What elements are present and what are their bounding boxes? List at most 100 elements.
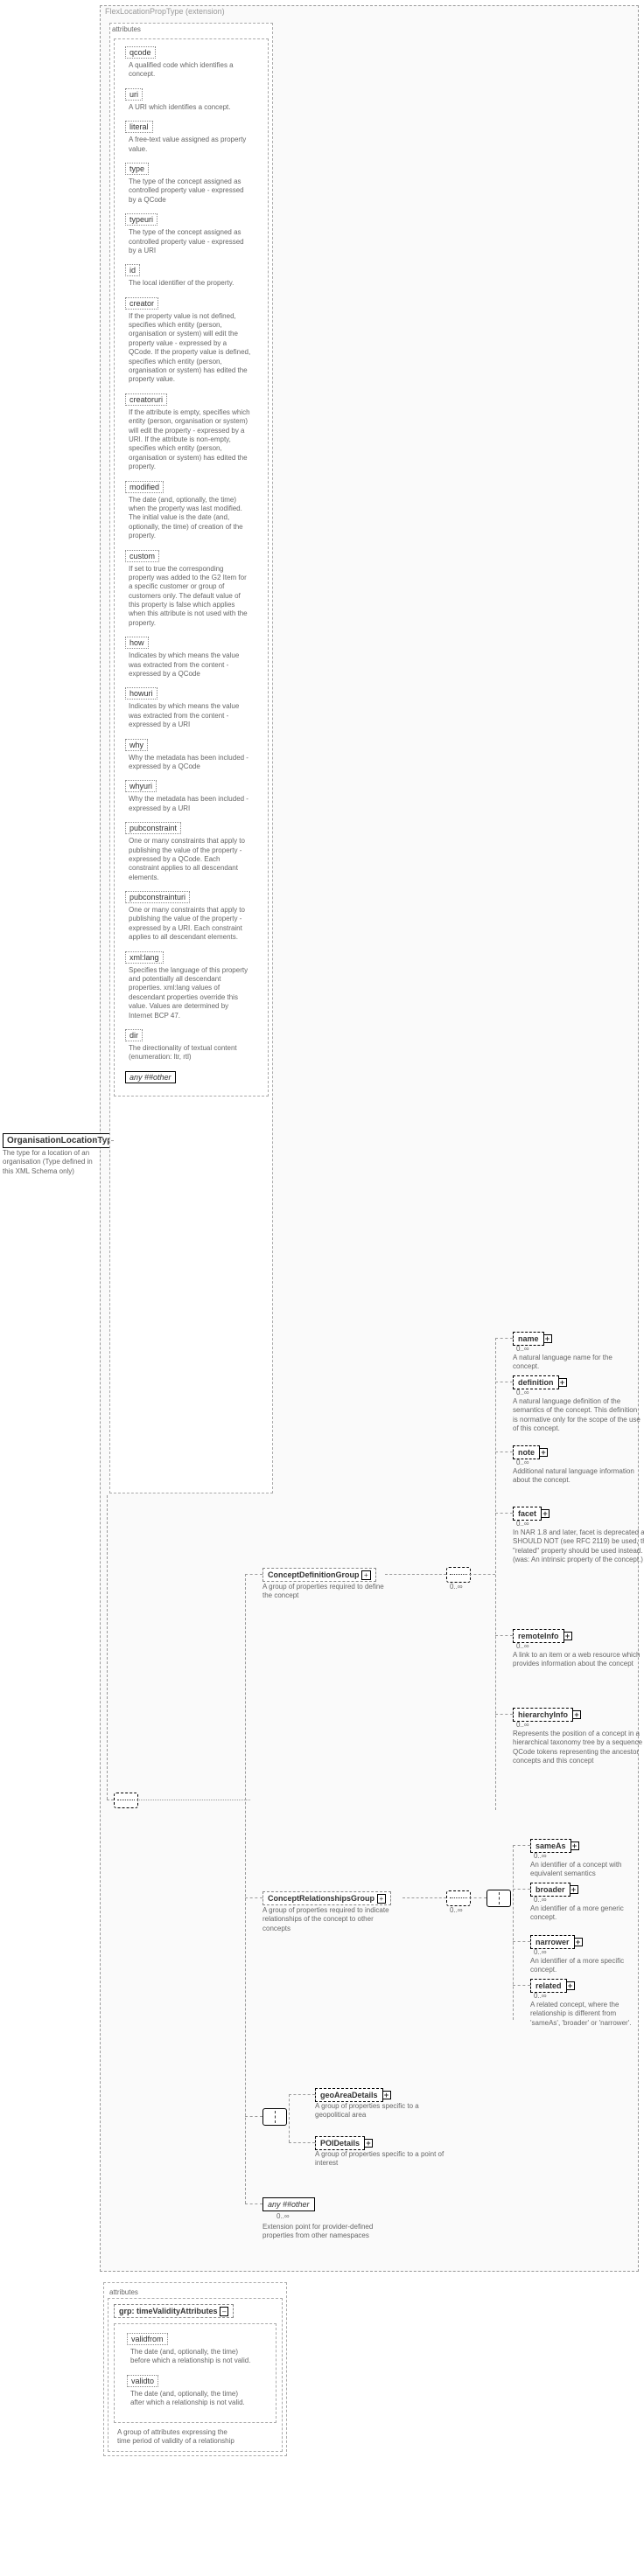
typeuri-attribute: typeuri [125, 213, 158, 226]
occurrence: 0..∞ [516, 1459, 529, 1466]
group-desc: A group of attributes expressing the tim… [117, 2428, 240, 2447]
connector [289, 2142, 315, 2143]
creatoruri-attribute: creatoruri [125, 393, 167, 406]
narrower-element: narrower [530, 1935, 575, 1949]
connector [513, 1845, 514, 2020]
element-desc: A natural language name for the concept. [513, 1354, 626, 1372]
connector [245, 1574, 246, 2204]
attributes-list: qcode A qualified code which identifies a… [114, 38, 269, 1097]
connector [469, 1897, 486, 1898]
element-desc: A natural language definition of the sem… [513, 1397, 644, 1434]
element-desc: A group of properties specific to a geop… [315, 2102, 446, 2120]
sequence-connector [446, 1567, 471, 1583]
attribute-desc: Specifies the language of this property … [129, 966, 251, 1020]
element-name: POIDetails [320, 2139, 360, 2148]
element-desc: An identifier of a concept with equivale… [530, 1861, 635, 1879]
creator-attribute: creator [125, 297, 158, 310]
occurrence: 0..∞ [516, 1520, 529, 1528]
element-desc: Additional natural language information … [513, 1467, 635, 1486]
connector [245, 1897, 262, 1898]
occurrence: 0..∞ [534, 1852, 547, 1860]
how-attribute: how [125, 637, 149, 649]
geo-area-details-element: geoAreaDetails [315, 2088, 383, 2102]
element-name: geoAreaDetails [320, 2091, 378, 2099]
connector [94, 1140, 114, 1141]
uri-attribute: uri [125, 88, 143, 101]
hierarchyInfo-element: hierarchyInfo [513, 1708, 573, 1722]
any-other-element: any ##other [262, 2197, 315, 2211]
connector [513, 1985, 530, 1986]
definition-element: definition [513, 1375, 559, 1389]
connector [513, 1845, 530, 1846]
element-desc: Represents the position of a concept in … [513, 1730, 644, 1766]
group-name: ConceptDefinitionGroup [268, 1570, 360, 1579]
dir-attribute: dir [125, 1029, 143, 1041]
pubconstraint-attribute: pubconstraint [125, 822, 181, 834]
connector [495, 1338, 513, 1339]
attribute-desc: The date (and, optionally, the time) whe… [129, 496, 251, 541]
element-desc: A group of properties specific to a poin… [315, 2150, 446, 2169]
attribute-desc: The directionality of textual content (e… [129, 1044, 251, 1062]
occurrence: 0..∞ [276, 2212, 290, 2220]
sameAs-element: sameAs [530, 1839, 571, 1853]
occurrence: 0..∞ [450, 1906, 463, 1914]
connector [107, 1495, 108, 1800]
attributes-label: attributes [108, 2287, 283, 2298]
custom-attribute: custom [125, 550, 159, 562]
connector [495, 1635, 513, 1636]
validfrom-attribute: validfrom [127, 2333, 168, 2345]
attributes-container: attributes qcode A qualified code which i… [109, 23, 273, 1493]
why-attribute: why [125, 739, 148, 751]
choice-connector [262, 2108, 287, 2126]
group-name: ConceptRelationshipsGroup [268, 1894, 374, 1903]
attribute-desc: The date (and, optionally, the time) aft… [130, 2390, 253, 2408]
id-attribute: id [125, 264, 140, 276]
element-desc: A link to an item or a web resource whic… [513, 1651, 644, 1669]
xml:lang-attribute: xml:lang [125, 951, 164, 964]
connector [289, 2094, 315, 2095]
attribute-desc: If set to true the corresponding propert… [129, 565, 251, 629]
whyuri-attribute: whyuri [125, 780, 157, 792]
element-desc: A related concept, where the relationshi… [530, 2001, 635, 2028]
attribute-desc: One or many constraints that apply to pu… [129, 906, 251, 943]
attribute-desc: The type of the concept assigned as cont… [129, 178, 251, 205]
occurrence: 0..∞ [534, 1896, 547, 1904]
connector [513, 1889, 530, 1890]
connector [245, 1574, 262, 1575]
group-desc: A group of properties required to define… [262, 1583, 394, 1601]
attribute-desc: The date (and, optionally, the time) bef… [130, 2348, 253, 2366]
occurrence: 0..∞ [516, 1721, 529, 1729]
remoteInfo-element: remoteInfo [513, 1629, 564, 1643]
attribute-desc: The type of the concept assigned as cont… [129, 228, 251, 255]
attribute-desc: Why the metadata has been included - exp… [129, 795, 251, 813]
facet-element: facet [513, 1507, 542, 1521]
occurrence: 0..∞ [516, 1389, 529, 1396]
modified-attribute: modified [125, 481, 164, 493]
element-desc: In NAR 1.8 and later, facet is deprecate… [513, 1528, 644, 1565]
attribute-desc: Why the metadata has been included - exp… [129, 754, 251, 772]
name-element: name [513, 1332, 544, 1346]
connector [495, 1338, 496, 1810]
attribute-desc: A qualified code which identifies a conc… [129, 61, 251, 80]
any-other-attribute: any ##other [125, 1071, 176, 1083]
poi-details-element: POIDetails [315, 2136, 365, 2150]
occurrence: 0..∞ [516, 1345, 529, 1353]
qcode-attribute: qcode [125, 46, 156, 59]
sequence-connector [114, 1793, 138, 1808]
concept-relationships-group: ConceptRelationshipsGroup + [262, 1891, 391, 1905]
validto-attribute: validto [127, 2375, 158, 2387]
connector [495, 1513, 513, 1514]
attribute-desc: Indicates by which means the value was e… [129, 651, 251, 679]
group-desc: A group of properties required to indica… [262, 1906, 402, 1933]
element-desc: An identifier of a more generic concept. [530, 1904, 635, 1923]
attribute-desc: A free-text value assigned as property v… [129, 136, 251, 154]
attribute-desc: One or many constraints that apply to pu… [129, 837, 251, 882]
literal-attribute: literal [125, 121, 153, 133]
related-element: related [530, 1979, 567, 1993]
attributes-label: attributes [110, 24, 272, 35]
type-attribute: type [125, 163, 149, 175]
note-element: note [513, 1445, 540, 1459]
occurrence: 0..∞ [534, 1992, 547, 2000]
time-validity-group: grp: timeValidityAttributes – [114, 2304, 234, 2318]
occurrence: 0..∞ [450, 1583, 463, 1591]
